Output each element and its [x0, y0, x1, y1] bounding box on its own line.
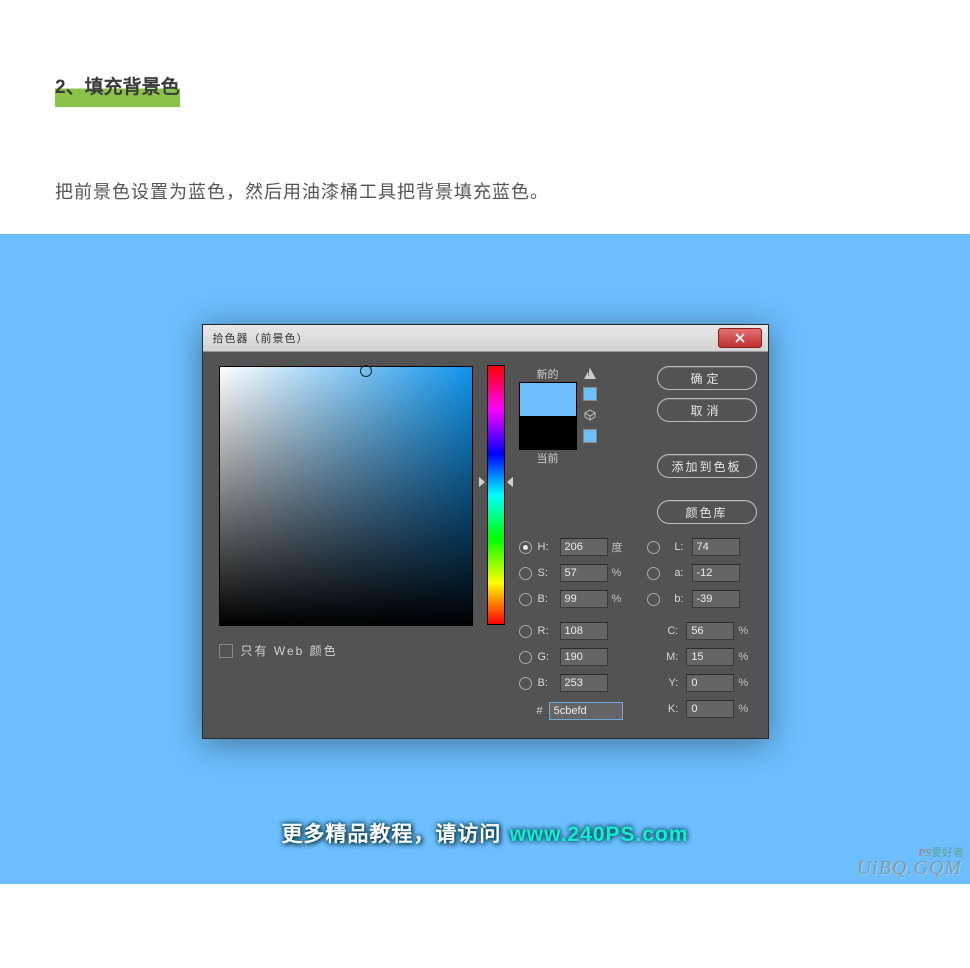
watermark-main: UiBQ.GQM: [857, 857, 962, 880]
label-h: H:: [538, 541, 556, 553]
radio-h[interactable]: [519, 541, 532, 554]
sv-picker-indicator[interactable]: [360, 365, 372, 377]
unit-k: %: [738, 703, 756, 715]
color-library-button[interactable]: 颜色库: [657, 500, 757, 524]
color-picker-dialog: 拾色器（前景色） 只有 Web 颜色: [202, 324, 769, 739]
hue-slider-arrow-left[interactable]: [479, 477, 485, 487]
radio-l[interactable]: [647, 541, 660, 554]
cancel-button[interactable]: 取消: [657, 398, 757, 422]
hue-slider-arrow-right[interactable]: [507, 477, 513, 487]
unit-s: %: [612, 567, 632, 579]
label-a: a:: [666, 567, 684, 579]
left-column: 只有 Web 颜色: [219, 366, 473, 722]
swatch-new[interactable]: [520, 383, 576, 416]
swatch-current[interactable]: [520, 416, 576, 449]
step-paragraph: 把前景色设置为蓝色，然后用油漆桶工具把背景填充蓝色。: [55, 178, 915, 204]
unit-h: 度: [612, 539, 632, 555]
label-k: K:: [662, 703, 678, 715]
cube-icon[interactable]: [584, 409, 596, 421]
close-button[interactable]: [718, 328, 762, 348]
web-only-checkbox[interactable]: [219, 644, 233, 658]
label-m: M:: [662, 651, 678, 663]
radio-a[interactable]: [647, 567, 660, 580]
label-b-rgb: B:: [538, 677, 556, 689]
web-only-label: 只有 Web 颜色: [241, 642, 338, 659]
input-m[interactable]: [686, 648, 734, 666]
input-b-rgb[interactable]: [560, 674, 608, 692]
color-fields: H: 度 S: %: [519, 534, 757, 722]
close-icon: [734, 333, 746, 343]
input-b-hsb[interactable]: [560, 590, 608, 608]
article-section: 2、填充背景色 把前景色设置为蓝色，然后用油漆桶工具把背景填充蓝色。: [0, 0, 970, 234]
websafe-swatch[interactable]: [583, 429, 597, 443]
label-l: L:: [666, 541, 684, 553]
col-lab-cmyk: L: a: b:: [647, 534, 757, 722]
input-c[interactable]: [686, 622, 734, 640]
label-b-hsb: B:: [538, 593, 556, 605]
input-l[interactable]: [692, 538, 740, 556]
label-y: Y:: [662, 677, 678, 689]
swatch-new-label: 新的: [537, 366, 559, 382]
footer-text: 更多精品教程，请访问: [281, 818, 501, 848]
col-hsb-rgb: H: 度 S: %: [519, 534, 647, 722]
label-b-lab: b:: [666, 593, 684, 605]
input-g[interactable]: [560, 648, 608, 666]
ok-button[interactable]: 确定: [657, 366, 757, 390]
radio-b-hsb[interactable]: [519, 593, 532, 606]
dialog-body: 只有 Web 颜色 新的 当前: [203, 352, 768, 738]
web-only-row: 只有 Web 颜色: [219, 642, 473, 659]
unit-b-hsb: %: [612, 593, 632, 605]
footer-banner: 更多精品教程，请访问 www.240PS.com: [281, 818, 688, 848]
dialog-titlebar[interactable]: 拾色器（前景色）: [203, 325, 768, 352]
label-r: R:: [538, 625, 556, 637]
unit-c: %: [738, 625, 756, 637]
swatch-block: 新的 当前: [519, 366, 577, 466]
input-y[interactable]: [686, 674, 734, 692]
saturation-value-field[interactable]: [219, 366, 473, 626]
hue-slider[interactable]: [487, 365, 505, 625]
input-h[interactable]: [560, 538, 608, 556]
step-heading: 2、填充背景色: [55, 77, 180, 107]
unit-m: %: [738, 651, 756, 663]
dialog-buttons: 确定 取消 添加到色板 颜色库: [657, 366, 757, 524]
gamut-swatch[interactable]: [583, 387, 597, 401]
radio-b-rgb[interactable]: [519, 677, 532, 690]
gamut-warning-icon[interactable]: [584, 368, 596, 379]
swatch-current-label: 当前: [537, 450, 559, 466]
label-g: G:: [538, 651, 556, 663]
example-canvas: 拾色器（前景色） 只有 Web 颜色: [0, 234, 970, 884]
footer-link[interactable]: www.240PS.com: [509, 823, 688, 847]
radio-s[interactable]: [519, 567, 532, 580]
dialog-title: 拾色器（前景色）: [213, 330, 309, 346]
unit-y: %: [738, 677, 756, 689]
input-s[interactable]: [560, 564, 608, 582]
label-c: C:: [662, 625, 678, 637]
input-b-lab[interactable]: [692, 590, 740, 608]
input-hex[interactable]: [549, 702, 623, 720]
radio-r[interactable]: [519, 625, 532, 638]
swatch-side-icons: [583, 368, 597, 443]
hue-column: [487, 366, 505, 624]
label-s: S:: [538, 567, 556, 579]
right-column: 新的 当前 确定 取消: [519, 366, 757, 722]
input-a[interactable]: [692, 564, 740, 582]
radio-b-lab[interactable]: [647, 593, 660, 606]
swatch-row: 新的 当前 确定 取消: [519, 366, 757, 524]
radio-g[interactable]: [519, 651, 532, 664]
label-hex: #: [537, 705, 543, 717]
add-swatch-button[interactable]: 添加到色板: [657, 454, 757, 478]
input-k[interactable]: [686, 700, 734, 718]
color-swatch: [519, 382, 577, 450]
input-r[interactable]: [560, 622, 608, 640]
